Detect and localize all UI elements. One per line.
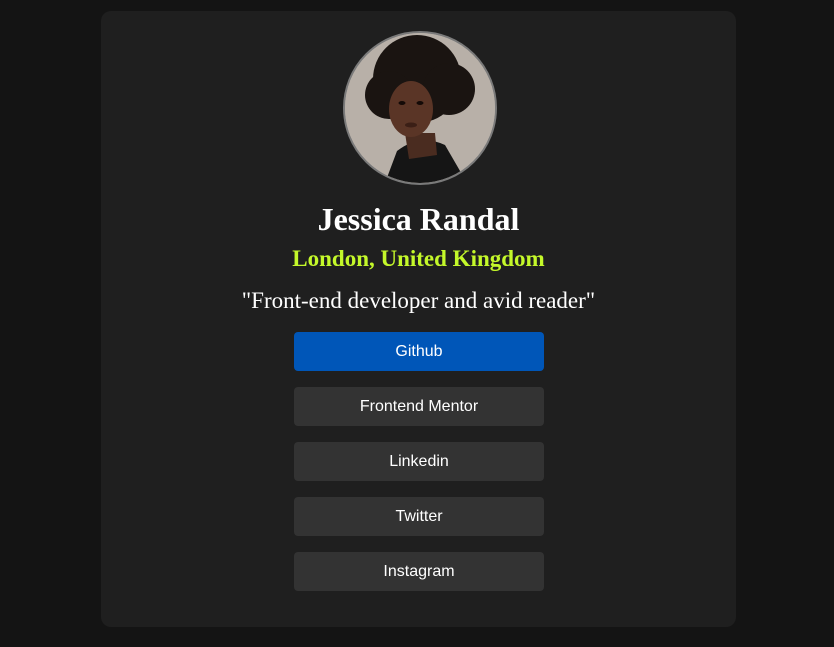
profile-bio: "Front-end developer and avid reader" [241,288,596,313]
profile-name: Jessica Randal [317,201,520,237]
linkedin-link-button[interactable]: Linkedin [294,442,544,481]
frontend-mentor-link-button[interactable]: Frontend Mentor [294,387,544,426]
social-links: Github Frontend Mentor Linkedin Twitter … [294,332,544,607]
instagram-link-button[interactable]: Instagram [294,552,544,591]
profile-card: Jessica Randal London, United Kingdom "F… [101,11,736,627]
avatar [343,31,497,185]
github-link-button[interactable]: Github [294,332,544,371]
twitter-link-button[interactable]: Twitter [294,497,544,536]
profile-location: London, United Kingdom [292,246,545,271]
avatar-photo [345,33,495,183]
